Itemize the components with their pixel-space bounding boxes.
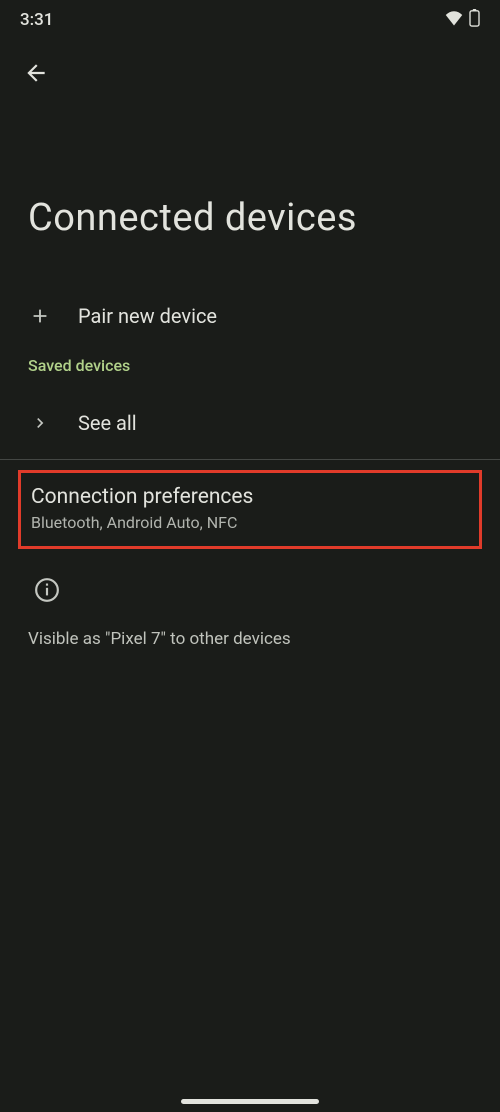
status-icons [445, 9, 480, 31]
app-bar [0, 40, 500, 100]
saved-devices-header: Saved devices [0, 348, 500, 391]
connection-preferences-subtitle: Bluetooth, Android Auto, NFC [31, 513, 469, 532]
chevron-right-icon [28, 413, 52, 433]
connection-preferences-row[interactable]: Connection preferences Bluetooth, Androi… [18, 470, 482, 549]
info-section: Visible as "Pixel 7" to other devices [0, 549, 500, 661]
divider [0, 459, 500, 460]
connection-preferences-title: Connection preferences [31, 485, 469, 509]
status-time: 3:31 [20, 10, 53, 30]
pair-new-device-row[interactable]: Pair new device [0, 284, 500, 348]
back-arrow-icon [23, 60, 49, 89]
navigation-handle[interactable] [181, 1099, 319, 1104]
pair-new-device-label: Pair new device [78, 304, 217, 328]
battery-icon [469, 9, 480, 31]
back-button[interactable] [14, 52, 58, 96]
see-all-label: See all [78, 411, 137, 435]
plus-icon [28, 305, 52, 327]
visibility-text: Visible as "Pixel 7" to other devices [28, 629, 472, 649]
see-all-row[interactable]: See all [0, 391, 500, 455]
status-bar: 3:31 [0, 0, 500, 40]
info-icon [28, 577, 472, 607]
wifi-icon [445, 10, 463, 30]
page-title: Connected devices [0, 100, 500, 284]
